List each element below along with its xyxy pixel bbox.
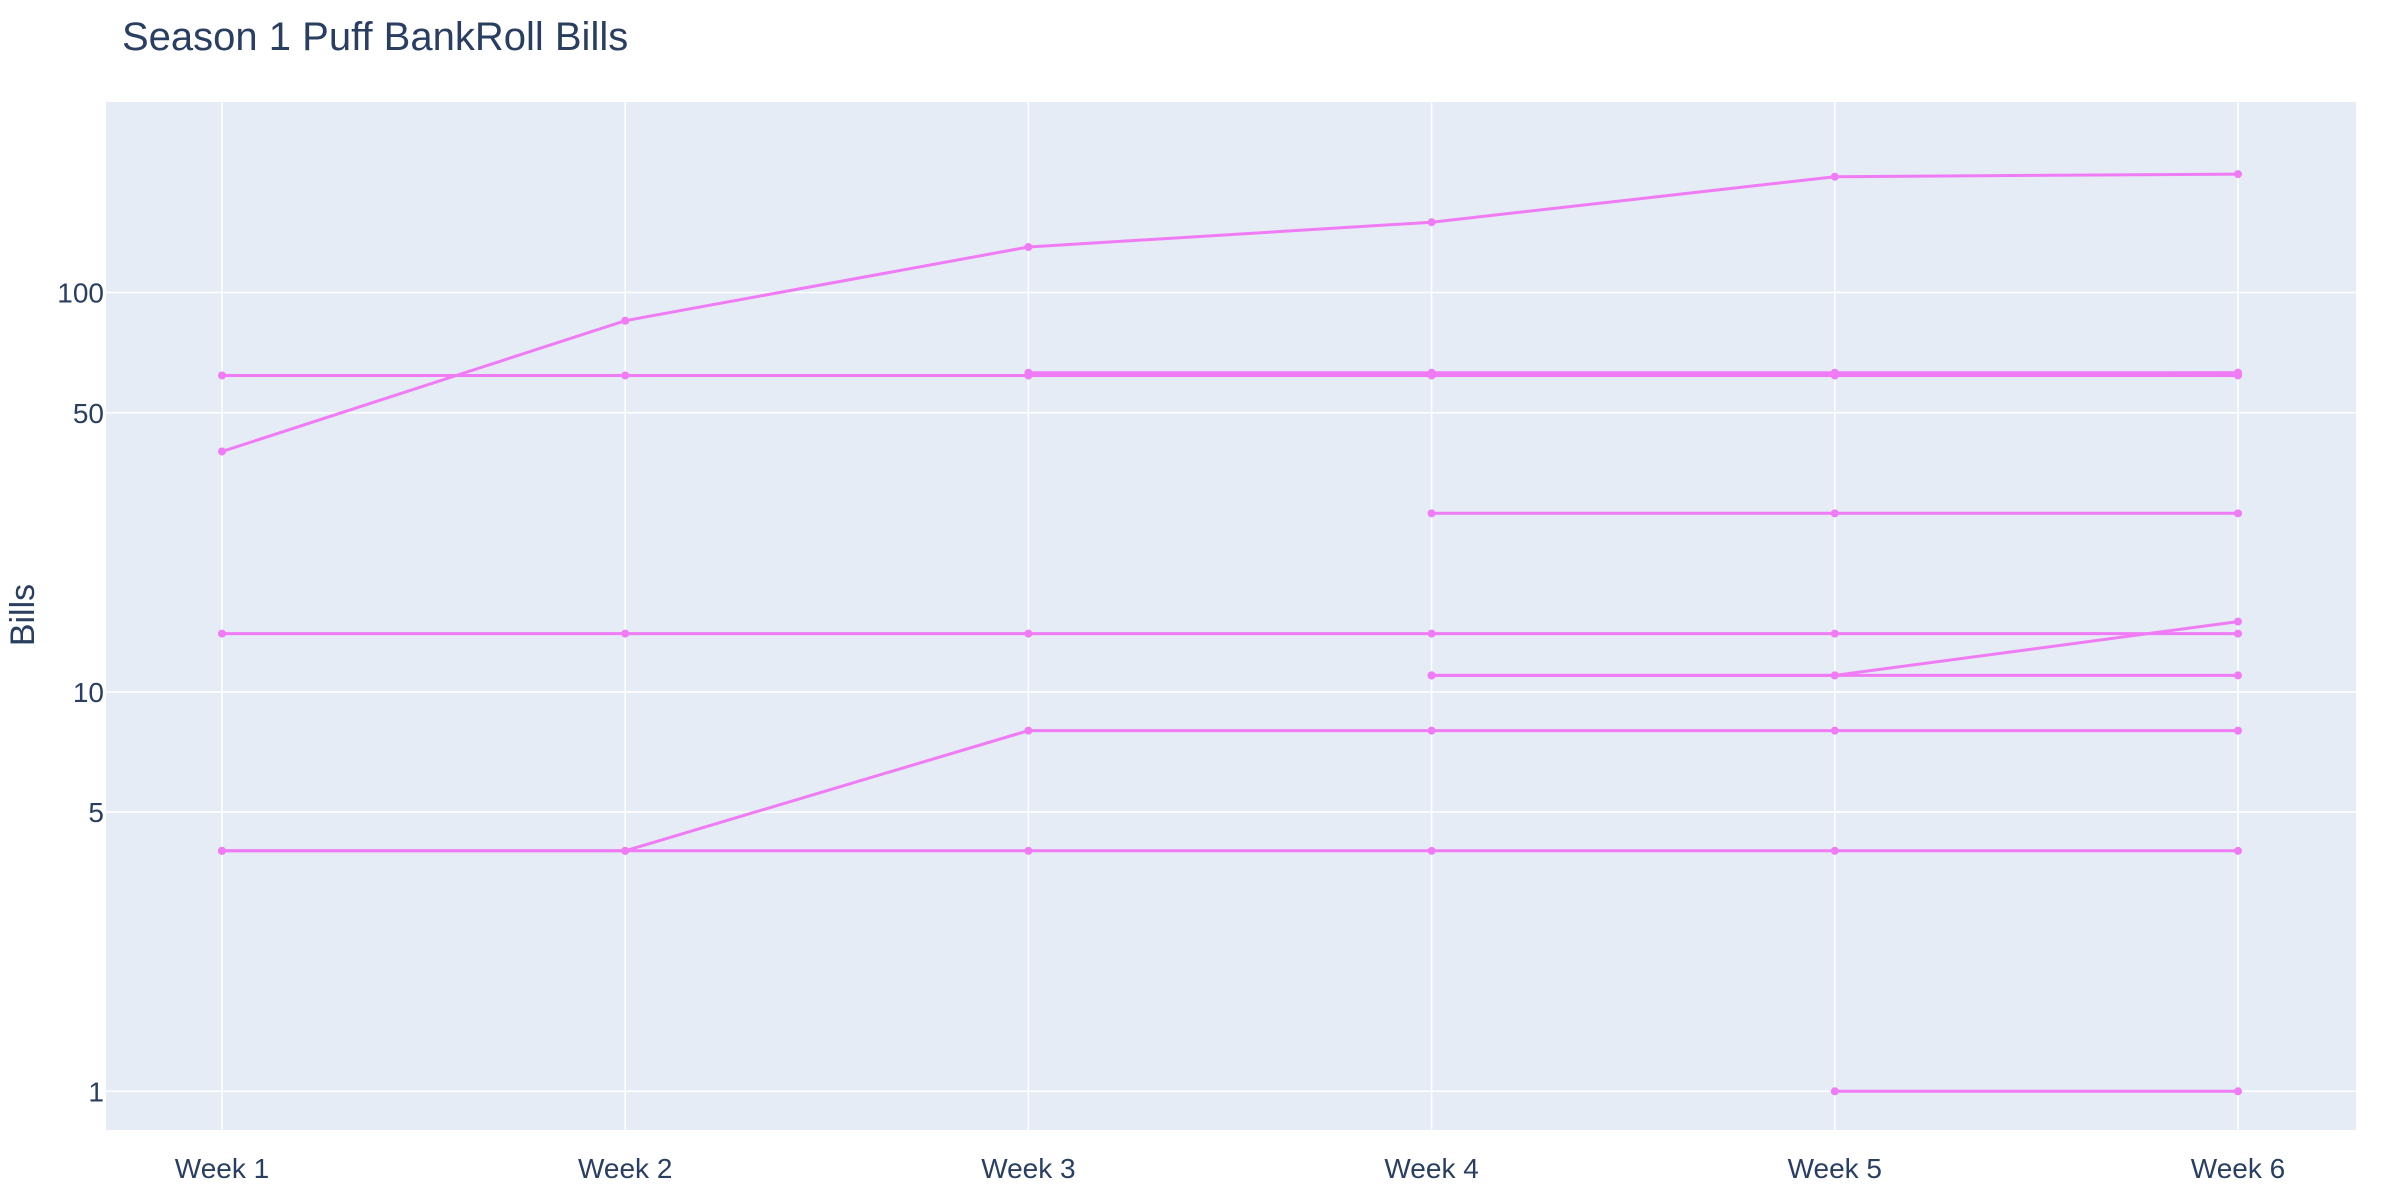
x-tick-label: Week 2 [578, 1153, 672, 1184]
data-point [218, 371, 226, 380]
data-point [1427, 846, 1436, 855]
data-point [2234, 509, 2242, 518]
data-point [1024, 371, 1033, 380]
data-point [1830, 726, 1839, 735]
data-point [621, 316, 630, 325]
data-point [2234, 1087, 2242, 1096]
data-point [2234, 671, 2242, 680]
data-point [218, 447, 226, 456]
x-tick-label: Week 5 [1788, 1153, 1882, 1184]
data-point [1830, 846, 1839, 855]
chart-title: Season 1 Puff BankRoll Bills [122, 15, 628, 59]
data-point [1830, 370, 1839, 379]
y-tick-label: 10 [73, 677, 104, 708]
data-point [1024, 629, 1033, 638]
data-point [1830, 629, 1839, 638]
y-axis-title: Bills [4, 584, 42, 646]
y-tick-label: 100 [57, 278, 104, 309]
y-tick-label: 1 [88, 1076, 104, 1107]
x-tick-label: Week 6 [2191, 1153, 2285, 1184]
data-point [1024, 846, 1033, 855]
data-point [621, 371, 630, 380]
data-point [1024, 726, 1033, 735]
data-point [1830, 671, 1839, 680]
plot-area [106, 102, 2356, 1130]
data-point [2234, 726, 2242, 735]
data-point [218, 846, 226, 855]
x-tick-label: Week 4 [1384, 1153, 1478, 1184]
data-point [1427, 509, 1436, 518]
data-point [2234, 846, 2242, 855]
x-tick-label: Week 3 [981, 1153, 1075, 1184]
data-point [1024, 243, 1033, 252]
x-tick-label: Week 1 [175, 1153, 269, 1184]
data-point [1427, 218, 1436, 227]
data-point [1427, 370, 1436, 379]
data-point [1427, 726, 1436, 735]
chart: Season 1 Puff BankRoll Bills Week 1 Week … [4, 15, 2356, 1184]
data-point [2234, 617, 2242, 626]
y-tick-label: 50 [73, 398, 104, 429]
data-point [621, 629, 630, 638]
data-point [2234, 368, 2242, 377]
data-point [218, 629, 226, 638]
data-point [1427, 629, 1436, 638]
data-point [621, 846, 630, 855]
data-point [1830, 509, 1839, 518]
data-point [1830, 172, 1839, 181]
data-point [1427, 671, 1436, 680]
data-point [2234, 170, 2242, 179]
y-tick-label: 5 [88, 797, 104, 828]
data-point [2234, 629, 2242, 638]
data-point [1830, 1087, 1839, 1096]
